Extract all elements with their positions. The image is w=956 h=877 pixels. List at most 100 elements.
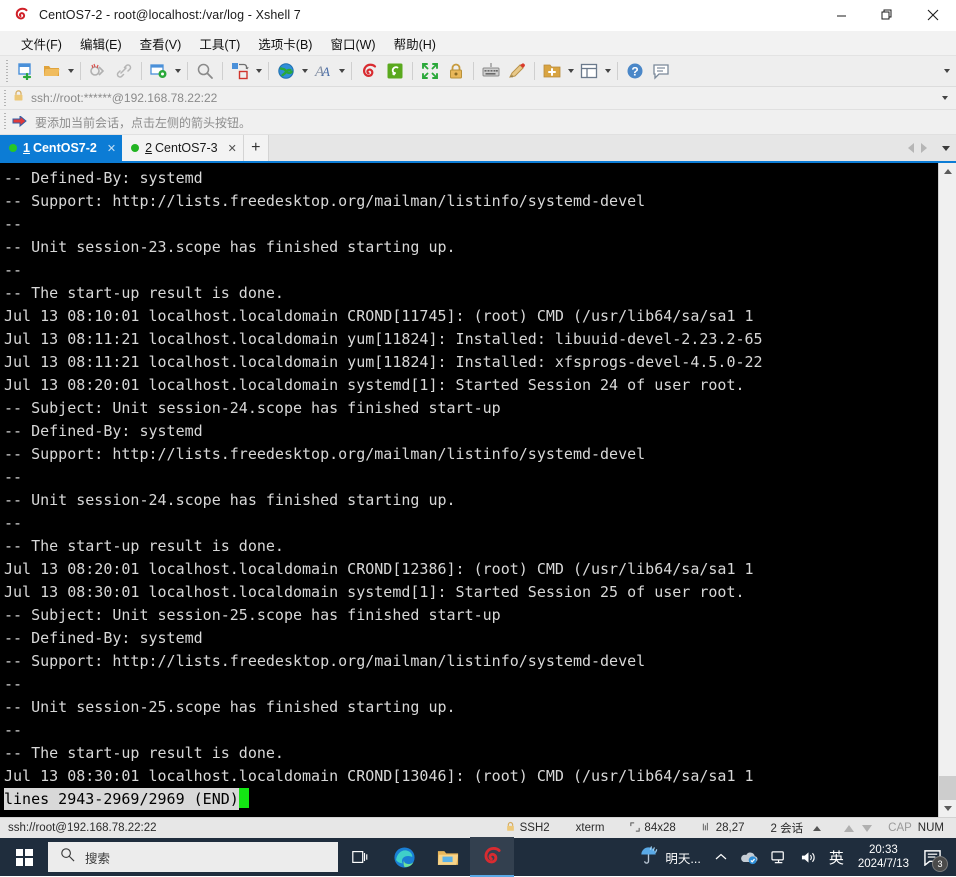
hint-text: 要添加当前会话，点击左侧的箭头按钮。 xyxy=(35,115,252,130)
edge-icon[interactable] xyxy=(382,838,426,876)
terminal-line: -- xyxy=(4,721,23,739)
transfer-caret[interactable] xyxy=(253,58,264,84)
windows-start-icon[interactable] xyxy=(0,838,48,876)
xshell-icon[interactable] xyxy=(356,58,382,84)
tab-close-icon[interactable]: ✕ xyxy=(228,142,237,155)
chevron-up-icon[interactable] xyxy=(709,838,733,876)
terminal-scrollbar[interactable] xyxy=(938,163,956,817)
session-properties-caret[interactable] xyxy=(172,58,183,84)
terminal-line: -- xyxy=(4,215,23,233)
transfer-icon[interactable] xyxy=(227,58,253,84)
app-icon xyxy=(0,7,34,23)
notification-badge: 3 xyxy=(932,856,948,872)
menu-window[interactable]: 窗口(W) xyxy=(321,32,384,55)
highlight-pen-icon[interactable] xyxy=(504,58,530,84)
tab-centos7-2[interactable]: 1 CentOS7-2 ✕ xyxy=(0,135,123,161)
lock-icon[interactable] xyxy=(443,58,469,84)
upload-arrow-icon xyxy=(844,824,855,832)
menu-edit[interactable]: 编辑(E) xyxy=(71,32,131,55)
terminal-output[interactable]: -- Defined-By: systemd -- Support: http:… xyxy=(0,163,938,817)
volume-icon[interactable] xyxy=(794,838,823,876)
font-caret[interactable] xyxy=(336,58,347,84)
tab-nav xyxy=(908,135,956,161)
network-icon[interactable] xyxy=(765,838,794,876)
tab-status-dot xyxy=(9,144,17,152)
weather-label: 明天... xyxy=(665,851,701,866)
new-tab-button[interactable]: + xyxy=(243,135,269,161)
menu-help[interactable]: 帮助(H) xyxy=(385,32,445,55)
file-explorer-icon[interactable] xyxy=(426,838,470,876)
new-folder-icon[interactable] xyxy=(539,58,565,84)
fullscreen-icon[interactable] xyxy=(417,58,443,84)
taskbar-search-input[interactable]: 搜索 xyxy=(48,842,338,872)
status-sessions-cell[interactable]: 2 会话 xyxy=(758,820,835,836)
menu-tabs[interactable]: 选项卡(B) xyxy=(249,32,321,55)
ime-indicator[interactable]: 英 xyxy=(823,847,850,868)
xshell-window: CentOS7-2 - root@localhost:/var/log - Xs… xyxy=(0,0,956,877)
xftp-icon[interactable] xyxy=(382,58,408,84)
scrollbar-down-arrow[interactable] xyxy=(939,800,956,817)
status-bar: ssh://root@192.168.78.22:22 SSH2 xterm 8… xyxy=(0,817,956,838)
windows-taskbar: 搜索 明天... 英 20:33 2024/7/13 3 xyxy=(0,837,956,877)
layout-icon[interactable] xyxy=(576,58,602,84)
terminal-line: Jul 13 08:11:21 localhost.localdomain yu… xyxy=(4,353,763,371)
terminal-line: -- The start-up result is done. xyxy=(4,284,284,302)
scrollbar-thumb[interactable] xyxy=(939,776,956,800)
menu-file[interactable]: 文件(F) xyxy=(12,32,71,55)
pager-status-row: lines 2943-2969/2969 (END) xyxy=(4,788,938,811)
tab-number: 1 xyxy=(23,141,30,155)
status-cursor-position: 28,27 xyxy=(715,822,745,834)
address-bar-grip[interactable] xyxy=(2,90,8,106)
umbrella-rain-icon xyxy=(638,845,659,869)
help-icon[interactable]: ? xyxy=(622,58,648,84)
address-overflow-caret[interactable] xyxy=(942,96,948,100)
taskbar-clock[interactable]: 20:33 2024/7/13 xyxy=(850,838,917,876)
terminal-line: -- Defined-By: systemd xyxy=(4,629,203,647)
close-button[interactable] xyxy=(910,0,956,30)
tab-prev-arrow[interactable] xyxy=(908,143,914,153)
toolbar-overflow-caret[interactable] xyxy=(944,69,950,73)
minimize-button[interactable] xyxy=(818,0,864,30)
download-arrow-icon xyxy=(862,824,873,832)
open-folder-icon[interactable] xyxy=(39,58,65,84)
lock-icon xyxy=(12,89,25,107)
session-properties-icon[interactable] xyxy=(146,58,172,84)
tab-list-caret[interactable] xyxy=(942,145,950,151)
hint-bar-grip[interactable] xyxy=(2,113,8,131)
globe-caret[interactable] xyxy=(299,58,310,84)
new-session-icon[interactable] xyxy=(13,58,39,84)
keyboard-icon[interactable] xyxy=(478,58,504,84)
find-icon[interactable] xyxy=(192,58,218,84)
layout-caret[interactable] xyxy=(602,58,613,84)
terminal-line: -- Support: http://lists.freedesktop.org… xyxy=(4,192,646,210)
notification-center-icon[interactable]: 3 xyxy=(917,838,952,876)
chevron-up-icon[interactable] xyxy=(813,825,822,831)
toolbar-separator xyxy=(187,62,188,80)
weather-widget[interactable]: 明天... xyxy=(634,845,708,869)
status-connection: ssh://root@192.168.78.22:22 xyxy=(8,822,157,834)
font-icon[interactable]: AA xyxy=(310,58,336,84)
status-terminal-type: xterm xyxy=(575,822,605,834)
tab-centos7-3[interactable]: 2 CentOS7-3 ✕ xyxy=(122,135,244,161)
status-transfer-arrows xyxy=(834,824,882,832)
menu-view[interactable]: 查看(V) xyxy=(131,32,191,55)
scrollbar-track[interactable] xyxy=(939,180,956,800)
svg-text:A: A xyxy=(321,64,330,79)
address-input[interactable]: ssh://root:******@192.168.78.22:22 xyxy=(25,91,217,105)
task-view-icon[interactable] xyxy=(338,838,382,876)
restore-button[interactable] xyxy=(864,0,910,30)
terminal-line: Jul 13 08:10:01 localhost.localdomain CR… xyxy=(4,307,754,325)
tab-number: 2 xyxy=(145,141,153,155)
menu-tools[interactable]: 工具(T) xyxy=(190,32,249,55)
toolbar-grip[interactable] xyxy=(4,60,10,82)
tab-close-icon[interactable]: ✕ xyxy=(107,142,116,155)
comment-icon[interactable] xyxy=(648,58,674,84)
terminal-line: -- Subject: Unit session-24.scope has fi… xyxy=(4,399,501,417)
onedrive-icon[interactable] xyxy=(733,838,765,876)
tab-next-arrow[interactable] xyxy=(921,143,927,153)
globe-icon[interactable] xyxy=(273,58,299,84)
scrollbar-up-arrow[interactable] xyxy=(939,163,956,180)
xshell-taskbar-icon[interactable] xyxy=(470,837,514,877)
new-folder-caret[interactable] xyxy=(565,58,576,84)
open-folder-caret[interactable] xyxy=(65,58,76,84)
